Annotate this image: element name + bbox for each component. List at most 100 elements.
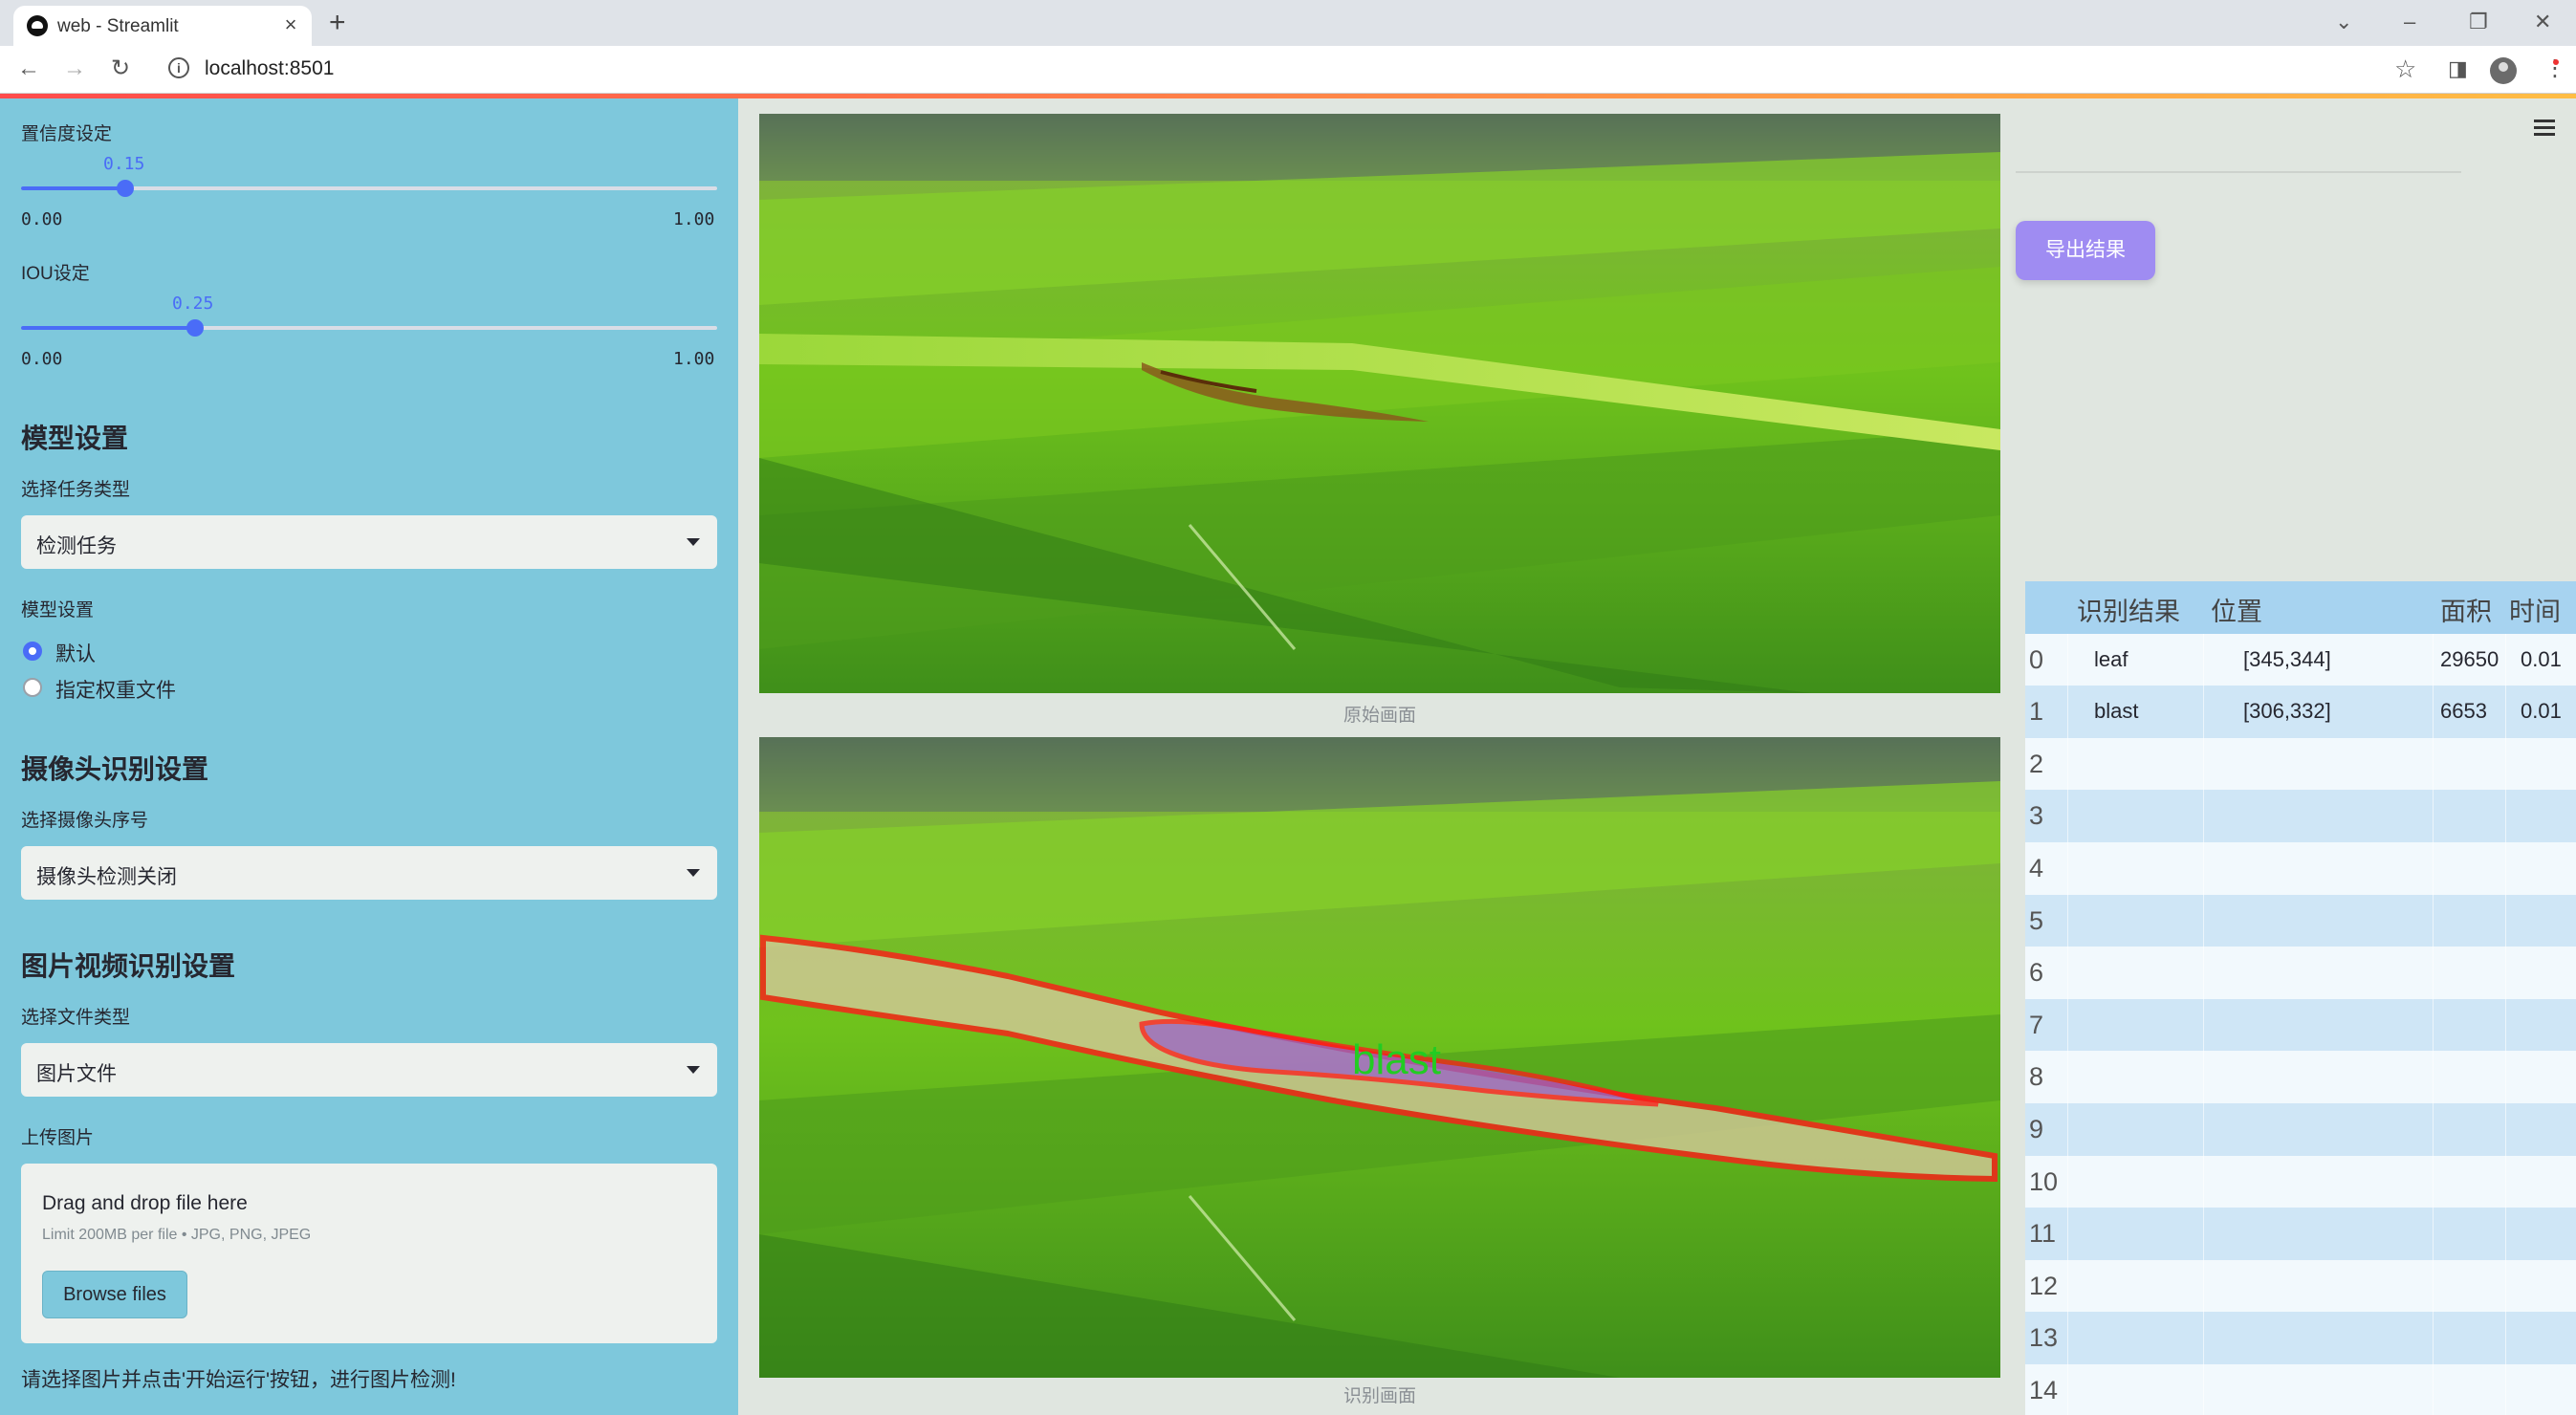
url-field[interactable]: localhost:8501 bbox=[205, 57, 334, 80]
table-row[interactable]: 9 bbox=[2025, 1103, 2576, 1156]
browser-tab[interactable]: web - Streamlit × bbox=[13, 6, 312, 46]
table-row[interactable]: 14 bbox=[2025, 1364, 2576, 1415]
column-separator bbox=[2067, 947, 2068, 999]
media-section-header: 图片视频识别设置 bbox=[21, 951, 236, 981]
column-separator bbox=[2505, 998, 2506, 1052]
column-separator bbox=[2067, 1364, 2068, 1415]
table-row[interactable]: 0 leaf [345,344] 29650 0.01 bbox=[2025, 633, 2576, 686]
column-separator bbox=[2505, 1259, 2506, 1313]
streamlit-favicon-icon bbox=[27, 15, 48, 36]
result-caption: 识别画面 bbox=[1343, 1386, 1416, 1406]
camera-select[interactable]: 摄像头检测关闭 bbox=[21, 846, 717, 900]
column-separator bbox=[2433, 1364, 2434, 1415]
window-close-icon[interactable]: ✕ bbox=[2534, 8, 2551, 36]
radio-custom-weights[interactable] bbox=[23, 678, 42, 697]
iou-slider-thumb[interactable] bbox=[186, 319, 204, 337]
column-separator bbox=[2203, 1259, 2204, 1313]
column-separator bbox=[2433, 1051, 2434, 1103]
forward-icon[interactable]: → bbox=[63, 55, 86, 82]
confidence-max: 1.00 bbox=[673, 209, 715, 229]
column-separator bbox=[2067, 1051, 2068, 1103]
reload-icon[interactable]: ↻ bbox=[111, 55, 130, 82]
column-separator bbox=[2067, 737, 2068, 791]
table-row[interactable]: 12 bbox=[2025, 1259, 2576, 1313]
table-row[interactable]: 5 bbox=[2025, 894, 2576, 947]
confidence-slider-thumb[interactable] bbox=[117, 180, 134, 197]
confidence-min: 0.00 bbox=[21, 209, 63, 229]
minimize-icon[interactable]: – bbox=[2404, 8, 2415, 36]
iou-slider-fill bbox=[21, 326, 195, 330]
table-row[interactable]: 10 bbox=[2025, 1155, 2576, 1208]
column-separator bbox=[2505, 790, 2506, 842]
column-separator bbox=[2067, 842, 2068, 895]
column-separator bbox=[2067, 1208, 2068, 1260]
column-separator bbox=[2203, 998, 2204, 1052]
original-image bbox=[759, 114, 2000, 693]
sidebar: 置信度设定 0.15 0.00 1.00 IOU设定 0.25 0.00 1.0… bbox=[0, 98, 738, 1415]
chevron-down-icon bbox=[687, 869, 700, 877]
iou-slider[interactable] bbox=[21, 319, 717, 337]
file-type-select[interactable]: 图片文件 bbox=[21, 1043, 717, 1097]
profile-icon[interactable] bbox=[2490, 57, 2517, 84]
column-separator bbox=[2433, 1208, 2434, 1260]
original-caption: 原始画面 bbox=[1343, 706, 1416, 726]
back-icon[interactable]: ← bbox=[17, 55, 40, 82]
new-tab-icon[interactable]: + bbox=[329, 6, 346, 40]
tab-title: web - Streamlit bbox=[57, 16, 179, 36]
table-row[interactable]: 7 bbox=[2025, 998, 2576, 1052]
column-separator bbox=[2505, 947, 2506, 999]
star-icon[interactable]: ☆ bbox=[2394, 55, 2416, 82]
radio-default[interactable] bbox=[23, 642, 42, 661]
tab-close-icon[interactable]: × bbox=[279, 13, 302, 36]
table-row[interactable]: 4 bbox=[2025, 842, 2576, 895]
camera-label: 选择摄像头序号 bbox=[21, 811, 149, 831]
column-separator bbox=[2433, 894, 2434, 947]
column-separator bbox=[2203, 1208, 2204, 1260]
column-separator bbox=[2203, 633, 2204, 686]
column-separator bbox=[2505, 686, 2506, 738]
task-type-select[interactable]: 检测任务 bbox=[21, 515, 717, 569]
browse-files-button[interactable]: Browse files bbox=[42, 1271, 187, 1318]
result-image: blast bbox=[759, 737, 2000, 1378]
instruction-hint: 请选择图片并点击'开始运行'按钮，进行图片检测! bbox=[21, 1369, 456, 1391]
restore-icon[interactable]: ❐ bbox=[2469, 8, 2488, 36]
rice-leaf-photo-original bbox=[759, 114, 2000, 693]
camera-value: 摄像头检测关闭 bbox=[36, 866, 177, 888]
file-type-value: 图片文件 bbox=[36, 1063, 117, 1085]
table-row[interactable]: 1 blast [306,332] 6653 0.01 bbox=[2025, 686, 2576, 738]
radio-custom-weights-label[interactable]: 指定权重文件 bbox=[55, 675, 176, 704]
column-separator bbox=[2203, 686, 2204, 738]
column-separator bbox=[2433, 842, 2434, 895]
column-separator bbox=[2505, 1103, 2506, 1156]
header-index bbox=[2025, 581, 2067, 634]
table-row[interactable]: 8 bbox=[2025, 1051, 2576, 1103]
table-row[interactable]: 2 bbox=[2025, 737, 2576, 791]
table-row[interactable]: 6 bbox=[2025, 947, 2576, 999]
column-separator bbox=[2203, 737, 2204, 791]
cell-index: 14 bbox=[2029, 1376, 2059, 1404]
task-type-value: 检测任务 bbox=[36, 535, 117, 557]
info-icon[interactable]: i bbox=[168, 57, 189, 78]
hamburger-icon[interactable] bbox=[2534, 120, 2559, 139]
camera-section-header: 摄像头识别设置 bbox=[21, 754, 209, 784]
file-uploader-dropzone[interactable]: Drag and drop file here Limit 200MB per … bbox=[21, 1164, 717, 1343]
iou-max: 1.00 bbox=[673, 349, 715, 369]
column-separator bbox=[2203, 1051, 2204, 1103]
browser-tab-bar: web - Streamlit × + ⌄ – ❐ ✕ bbox=[0, 0, 2576, 46]
tab-list-icon[interactable]: ⌄ bbox=[2335, 8, 2352, 36]
table-row[interactable]: 3 bbox=[2025, 790, 2576, 842]
confidence-slider-fill bbox=[21, 186, 125, 190]
column-separator bbox=[2203, 1103, 2204, 1156]
column-separator bbox=[2505, 1364, 2506, 1415]
export-results-button[interactable]: 导出结果 bbox=[2016, 221, 2155, 280]
column-separator bbox=[2433, 1103, 2434, 1156]
iou-min: 0.00 bbox=[21, 349, 63, 369]
address-bar: ← → ↻ i localhost:8501 ☆ ◨ ⋮ bbox=[0, 46, 2576, 94]
column-separator bbox=[2505, 1312, 2506, 1364]
table-row[interactable]: 13 bbox=[2025, 1312, 2576, 1364]
side-panel-icon[interactable]: ◨ bbox=[2448, 55, 2468, 82]
radio-default-label[interactable]: 默认 bbox=[55, 639, 96, 667]
confidence-slider[interactable] bbox=[21, 180, 717, 197]
main-content: 原始画面 blast 识别画面 导出结果 识别结果 位置 面积 时间 0 lea… bbox=[738, 98, 2576, 1415]
table-row[interactable]: 11 bbox=[2025, 1208, 2576, 1260]
